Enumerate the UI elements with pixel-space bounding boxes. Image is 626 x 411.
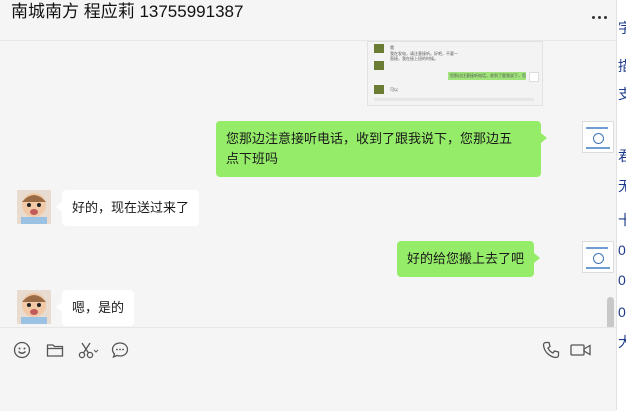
message-text: 好的给您搬上去了吧 xyxy=(407,251,525,266)
scissors-icon[interactable] xyxy=(77,340,99,360)
emoji-icon[interactable] xyxy=(12,340,32,360)
screenshot-text: 您那边注意接听电话，收到了跟我说下，您那边五点下班呢 xyxy=(450,73,526,78)
background-text: 描 xyxy=(618,58,626,74)
background-text: 字 xyxy=(618,20,626,36)
message-bubble-incoming[interactable]: 嗯，是的 xyxy=(55,290,135,326)
folder-icon[interactable] xyxy=(45,340,65,360)
message-text: 嗯，是的 xyxy=(72,300,125,315)
screenshot-image-message[interactable]: 哦 我在发电，请注意接听。好吧，不要一直接，我在接上班的时候。 您那边注意接听电… xyxy=(367,41,543,106)
message-text: 好的，现在送过来了 xyxy=(72,200,190,215)
background-text: 0g xyxy=(618,304,626,320)
avatar xyxy=(374,85,384,94)
screenshot-text: 哦 xyxy=(390,45,394,50)
message-bubble-incoming[interactable]: 好的，现在送过来了 xyxy=(55,190,200,226)
more-options-icon[interactable] xyxy=(592,14,608,20)
screenshot-text: 可以 xyxy=(390,87,398,92)
chat-title: 南城南方 程应莉 13755991387 xyxy=(11,2,244,21)
message-list[interactable]: 哦 我在发电，请注意接听。好吧，不要一直接，我在接上班的时候。 您那边注意接听电… xyxy=(0,41,616,327)
scrollbar-thumb[interactable] xyxy=(607,297,614,327)
avatar[interactable] xyxy=(17,190,51,224)
avatar[interactable] xyxy=(582,121,614,153)
background-text: 大 xyxy=(618,334,626,350)
avatar[interactable] xyxy=(582,241,614,273)
background-window-edge: 字 描 支 （ 君 无 十 00 0 0g 大 xyxy=(616,0,626,410)
background-text: 十 xyxy=(618,212,626,228)
avatar[interactable] xyxy=(17,290,51,324)
message-text: 点下班吗 xyxy=(226,151,279,166)
background-text: 君 xyxy=(618,148,626,164)
screenshot-text: 我在发电，请注意接听。好吧，不要一直接，我在接上班的时候。 xyxy=(390,51,458,61)
video-call-icon[interactable] xyxy=(569,340,593,360)
background-text: 0 xyxy=(618,272,626,288)
message-bubble-outgoing[interactable]: 您那边注意接听电话，收到了跟我说下，您那边五 点下班吗 xyxy=(216,121,547,177)
background-text: 支 xyxy=(618,86,626,102)
background-text: 无 xyxy=(618,178,626,194)
avatar xyxy=(529,72,539,82)
chat-history-icon[interactable] xyxy=(110,340,130,360)
message-composer[interactable] xyxy=(0,327,616,411)
background-text: 00 xyxy=(618,242,626,258)
message-text: 您那边注意接听电话，收到了跟我说下，您那边五 xyxy=(226,131,513,146)
avatar xyxy=(374,44,384,53)
divider xyxy=(374,98,534,101)
chat-window: 南城南方 程应莉 13755991387 哦 我在发电，请注意接听。好吧，不要一… xyxy=(0,0,616,411)
background-text: （ xyxy=(618,118,626,134)
voice-call-icon[interactable] xyxy=(541,340,561,360)
avatar xyxy=(374,61,384,70)
chat-header: 南城南方 程应莉 13755991387 xyxy=(0,0,616,41)
message-bubble-outgoing[interactable]: 好的给您搬上去了吧 xyxy=(397,241,541,277)
